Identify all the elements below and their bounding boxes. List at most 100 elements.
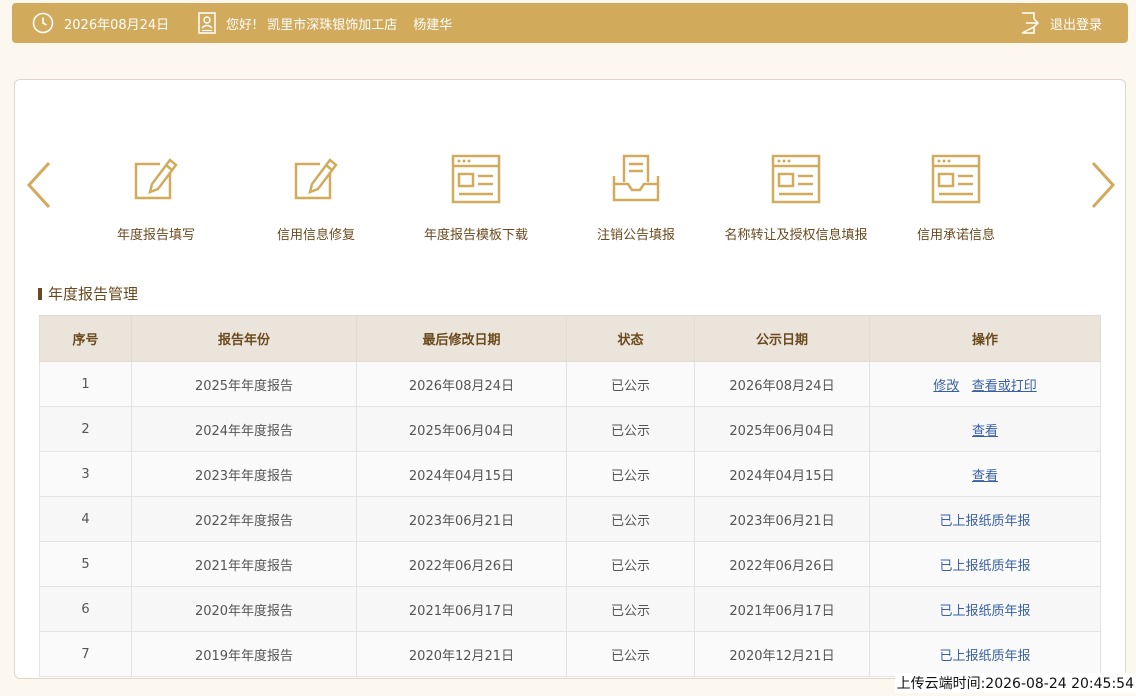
- cell-actions: 已上报纸质年报: [869, 541, 1101, 587]
- cell-modified: 2025年06月04日: [356, 406, 567, 452]
- logout-label: 退出登录: [1050, 17, 1103, 33]
- menu-name-transfer[interactable]: 名称转让及授权信息填报: [711, 152, 881, 243]
- cell-year: 2024年年度报告: [131, 406, 357, 452]
- table-header-row: 序号 报告年份 最后修改日期 状态 公示日期 操作: [39, 315, 1101, 362]
- cell-status: 已公示: [566, 541, 695, 587]
- cell-published: 2022年06月26日: [694, 541, 870, 587]
- view-link[interactable]: 查看: [972, 469, 998, 484]
- cell-modified: 2020年12月21日: [356, 631, 567, 677]
- annual-report-table: 序号 报告年份 最后修改日期 状态 公示日期 操作 1 2025年年度报告 20…: [39, 315, 1101, 677]
- cell-published: 2021年06月17日: [694, 586, 870, 632]
- paper-report-status: 已上报纸质年报: [939, 558, 1031, 574]
- chevron-right-icon: [1091, 161, 1116, 209]
- menu-deregistration-notice[interactable]: 注销公告填报: [551, 152, 721, 243]
- cell-no: 5: [39, 541, 132, 587]
- section-marker: [38, 287, 42, 300]
- cell-no: 3: [39, 451, 132, 497]
- menu-credit-commitment[interactable]: 信用承诺信息: [871, 152, 1041, 243]
- cell-published: 2020年12月21日: [694, 631, 870, 677]
- header-year: 报告年份: [131, 315, 357, 362]
- section-title-text: 年度报告管理: [48, 285, 139, 303]
- menu-credit-repair[interactable]: 信用信息修复: [231, 152, 401, 243]
- cell-status: 已公示: [566, 586, 695, 632]
- table-row: 4 2022年年度报告 2023年06月21日 已公示 2023年06月21日 …: [39, 496, 1101, 542]
- cell-modified: 2021年06月17日: [356, 586, 567, 632]
- paper-report-status: 已上报纸质年报: [939, 648, 1031, 664]
- user-name: 杨建华: [413, 17, 453, 33]
- cell-status: 已公示: [566, 361, 695, 407]
- cell-published: 2026年08月24日: [694, 361, 870, 407]
- cell-published: 2024年04月15日: [694, 451, 870, 497]
- cell-published: 2025年06月04日: [694, 406, 870, 452]
- inbox-icon: [610, 152, 662, 204]
- menu-label: 信用承诺信息: [916, 228, 995, 243]
- cell-modified: 2026年08月24日: [356, 361, 567, 407]
- cell-year: 2020年年度报告: [131, 586, 357, 632]
- cell-actions: 查看: [869, 451, 1101, 497]
- document-icon: [770, 152, 822, 204]
- cell-actions: 已上报纸质年报: [869, 631, 1101, 677]
- header-actions: 操作: [869, 315, 1101, 362]
- menu-label: 名称转让及授权信息填报: [724, 228, 868, 243]
- cell-no: 6: [39, 586, 132, 632]
- cell-year: 2025年年度报告: [131, 361, 357, 407]
- menu-label: 年度报告模板下载: [423, 228, 528, 243]
- menu-label: 信用信息修复: [276, 228, 355, 243]
- cell-status: 已公示: [566, 496, 695, 542]
- main-card: 年度报告填写 信用信息修复 年度报告模板下载 注销公告填报 名称转让及授权信息填…: [14, 79, 1126, 679]
- menu-label: 年度报告填写: [116, 228, 195, 243]
- document-icon: [930, 152, 982, 204]
- carousel-next-button[interactable]: [1087, 160, 1117, 210]
- cell-no: 2: [39, 406, 132, 452]
- table-row: 3 2023年年度报告 2024年04月15日 已公示 2024年04月15日 …: [39, 451, 1101, 497]
- date-area: 2026年08月24日: [32, 3, 169, 43]
- table-row: 1 2025年年度报告 2026年08月24日 已公示 2026年08月24日 …: [39, 361, 1101, 407]
- header-published: 公示日期: [694, 315, 870, 362]
- section-title: 年度报告管理: [38, 283, 138, 304]
- clock-icon: [32, 12, 54, 34]
- cell-year: 2023年年度报告: [131, 451, 357, 497]
- view-link[interactable]: 查看: [972, 424, 998, 439]
- cell-published: 2023年06月21日: [694, 496, 870, 542]
- carousel-prev-button[interactable]: [25, 160, 55, 210]
- menu-label: 注销公告填报: [596, 228, 675, 243]
- top-bar: 2026年08月24日 您好! 凯里市深珠银饰加工店 杨建华 退出登录: [12, 3, 1128, 43]
- cell-modified: 2023年06月21日: [356, 496, 567, 542]
- chevron-left-icon: [26, 161, 51, 209]
- menu-annual-report-fill[interactable]: 年度报告填写: [71, 152, 241, 243]
- header-no: 序号: [39, 315, 132, 362]
- header-status: 状态: [566, 315, 695, 362]
- table-row: 6 2020年年度报告 2021年06月17日 已公示 2021年06月17日 …: [39, 586, 1101, 632]
- cell-year: 2019年年度报告: [131, 631, 357, 677]
- logout-button[interactable]: 退出登录: [1020, 3, 1102, 43]
- view-print-link[interactable]: 查看或打印: [972, 379, 1037, 394]
- table-row: 2 2024年年度报告 2025年06月04日 已公示 2025年06月04日 …: [39, 406, 1101, 452]
- cell-no: 7: [39, 631, 132, 677]
- cell-status: 已公示: [566, 631, 695, 677]
- cell-no: 4: [39, 496, 132, 542]
- cell-status: 已公示: [566, 406, 695, 452]
- menu-template-download[interactable]: 年度报告模板下载: [391, 152, 561, 243]
- cell-actions: 查看: [869, 406, 1101, 452]
- table-row: 7 2019年年度报告 2020年12月21日 已公示 2020年12月21日 …: [39, 631, 1101, 677]
- cell-actions: 已上报纸质年报: [869, 586, 1101, 632]
- logout-icon: [1020, 12, 1040, 34]
- cell-year: 2022年年度报告: [131, 496, 357, 542]
- greeting: 您好!: [226, 17, 258, 33]
- cell-modified: 2024年04月15日: [356, 451, 567, 497]
- user-card-icon: [198, 12, 216, 34]
- cell-actions: 已上报纸质年报: [869, 496, 1101, 542]
- edit-link[interactable]: 修改: [933, 379, 959, 394]
- document-icon: [450, 152, 502, 204]
- edit-icon: [290, 152, 342, 204]
- cell-actions: 修改 查看或打印: [869, 361, 1101, 407]
- current-date: 2026年08月24日: [64, 17, 170, 33]
- paper-report-status: 已上报纸质年报: [939, 513, 1031, 529]
- paper-report-status: 已上报纸质年报: [939, 603, 1031, 619]
- user-area: 您好! 凯里市深珠银饰加工店 杨建华: [198, 3, 452, 43]
- cell-status: 已公示: [566, 451, 695, 497]
- cell-modified: 2022年06月26日: [356, 541, 567, 587]
- cell-year: 2021年年度报告: [131, 541, 357, 587]
- cell-no: 1: [39, 361, 132, 407]
- upload-time: 上传云端时间:2026-08-24 20:45:54: [894, 673, 1136, 693]
